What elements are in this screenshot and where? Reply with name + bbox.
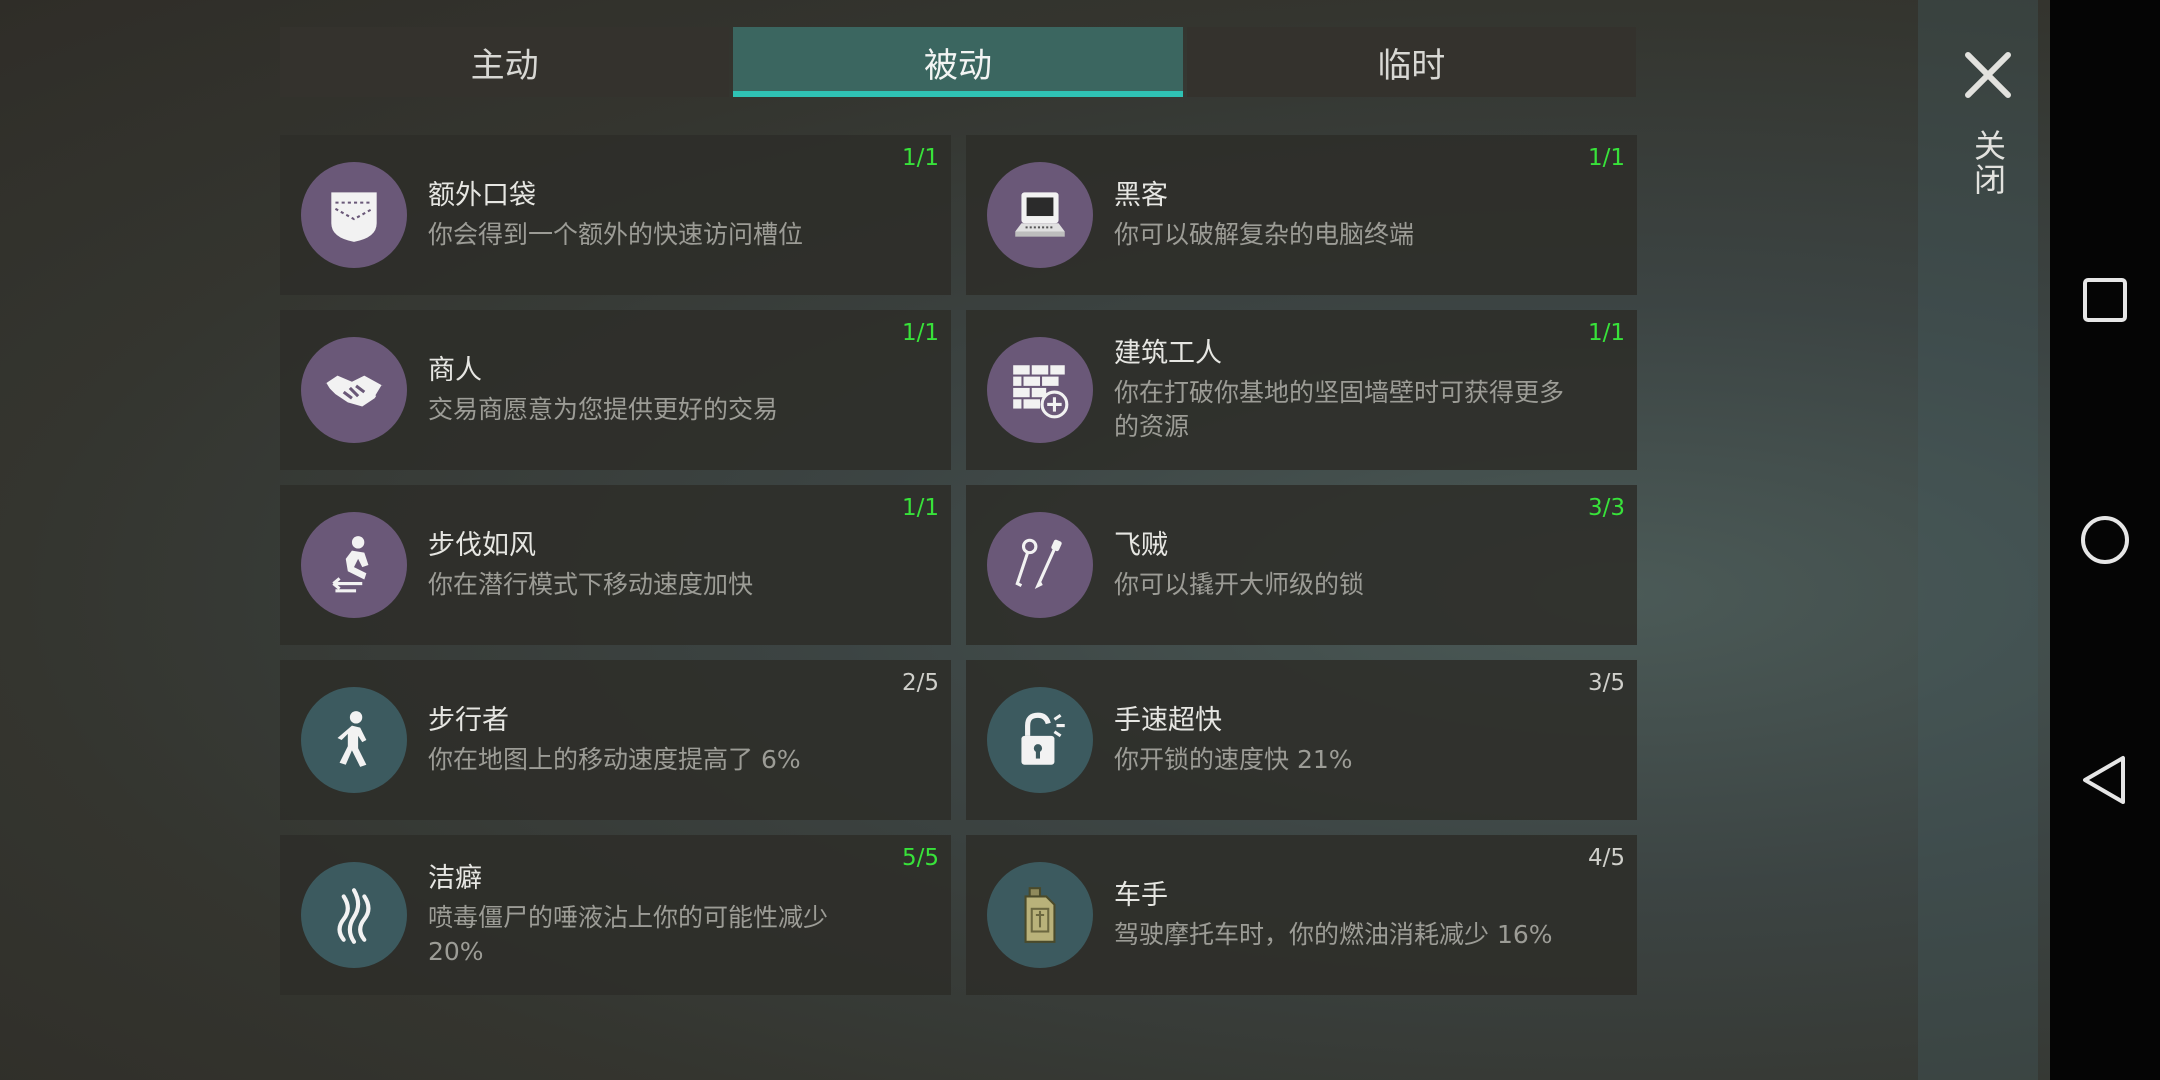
skill-description: 喷毒僵尸的唾液沾上你的可能性减少 20%: [428, 903, 829, 966]
skill-card-fast-hands[interactable]: 手速超快 你开锁的速度快 21% 3/5: [966, 660, 1637, 820]
skill-level-count: 1/1: [1587, 145, 1625, 171]
skill-level-count: 3/3: [1587, 495, 1625, 521]
skill-level-count: 4/5: [1587, 845, 1625, 871]
sneaking-figure-icon: [301, 512, 407, 618]
skill-title: 步行者: [428, 705, 509, 736]
skill-card-neat-freak[interactable]: 洁癖 喷毒僵尸的唾液沾上你的可能性减少 20% 5/5: [280, 835, 951, 995]
skill-card-merchant[interactable]: 商人 交易商愿意为您提供更好的交易 1/1: [280, 310, 951, 470]
skill-title: 建筑工人: [1114, 338, 1222, 369]
tab-label: 被动: [923, 45, 992, 86]
skill-title: 车手: [1114, 880, 1168, 911]
skill-description: 你会得到一个额外的快速访问槽位: [428, 220, 804, 249]
skill-card-builder[interactable]: 建筑工人 你在打破你基地的坚固墙壁时可获得更多的资源 1/1: [966, 310, 1637, 470]
skill-grid: 额外口袋 你会得到一个额外的快速访问槽位 1/1 黑客 你可以破解复杂的电脑终端…: [280, 135, 1638, 995]
skill-description: 交易商愿意为您提供更好的交易: [428, 395, 779, 424]
open-padlock-icon: [987, 687, 1093, 793]
skill-description: 你在地图上的移动速度提高了 6%: [428, 745, 801, 774]
skill-level-count: 3/5: [1587, 670, 1625, 696]
tab-label: 主动: [470, 45, 539, 86]
handshake-icon: [301, 337, 407, 443]
skill-title: 商人: [428, 355, 482, 386]
skill-description: 你可以撬开大师级的锁: [1114, 570, 1365, 599]
walking-person-icon: [301, 687, 407, 793]
skill-level-count: 1/1: [901, 495, 939, 521]
skill-card-driver[interactable]: 车手 驾驶摩托车时，你的燃油消耗减少 16% 4/5: [966, 835, 1637, 995]
system-navigation-bar: [2050, 0, 2160, 1080]
skill-description: 你可以破解复杂的电脑终端: [1114, 220, 1415, 249]
brick-wall-plus-icon: [987, 337, 1093, 443]
recent-apps-icon[interactable]: [2077, 272, 2133, 328]
pocket-icon: [301, 162, 407, 268]
tab-bar: 主动 被动 临时: [280, 27, 1636, 97]
skill-title: 步伐如风: [428, 530, 536, 561]
skill-card-hacker[interactable]: 黑客 你可以破解复杂的电脑终端 1/1: [966, 135, 1637, 295]
skill-level-count: 1/1: [901, 320, 939, 346]
fumes-icon: [301, 862, 407, 968]
computer-terminal-icon: [987, 162, 1093, 268]
skill-level-count: 1/1: [1587, 320, 1625, 346]
skills-screen: 主动 被动 临时 额外口袋 你会得到一个额外的快速访问槽位 1/1 黑客 你可以…: [0, 0, 2160, 1080]
skill-level-count: 5/5: [901, 845, 939, 871]
close-label: 关闭: [1969, 129, 2007, 197]
home-icon[interactable]: [2077, 512, 2133, 568]
skill-title: 额外口袋: [428, 180, 536, 211]
skill-card-swift-sneak[interactable]: 步伐如风 你在潜行模式下移动速度加快 1/1: [280, 485, 951, 645]
close-button[interactable]: 关闭: [1950, 45, 2026, 201]
skill-description: 你在打破你基地的坚固墙壁时可获得更多的资源: [1114, 378, 1565, 441]
skill-description: 你开锁的速度快 21%: [1114, 745, 1353, 774]
skill-title: 黑客: [1114, 180, 1168, 211]
close-icon: [1965, 52, 2011, 98]
tab-label: 临时: [1377, 45, 1446, 86]
skill-level-count: 2/5: [901, 670, 939, 696]
skill-level-count: 1/1: [901, 145, 939, 171]
skill-description: 你在潜行模式下移动速度加快: [428, 570, 754, 599]
tab-active-skills[interactable]: 主动: [280, 27, 730, 97]
skill-title: 洁癖: [428, 863, 482, 894]
lockpick-icon: [987, 512, 1093, 618]
tab-passive-skills[interactable]: 被动: [733, 27, 1183, 97]
skill-title: 手速超快: [1114, 705, 1222, 736]
fuel-canister-icon: [987, 862, 1093, 968]
skill-card-burglar[interactable]: 飞贼 你可以撬开大师级的锁 3/3: [966, 485, 1637, 645]
skill-card-extra-pocket[interactable]: 额外口袋 你会得到一个额外的快速访问槽位 1/1: [280, 135, 951, 295]
back-icon[interactable]: [2077, 752, 2133, 808]
tab-temporary-skills[interactable]: 临时: [1186, 27, 1636, 97]
skill-description: 驾驶摩托车时，你的燃油消耗减少 16%: [1114, 920, 1553, 949]
skill-title: 飞贼: [1114, 530, 1168, 561]
skill-card-walker[interactable]: 步行者 你在地图上的移动速度提高了 6% 2/5: [280, 660, 951, 820]
